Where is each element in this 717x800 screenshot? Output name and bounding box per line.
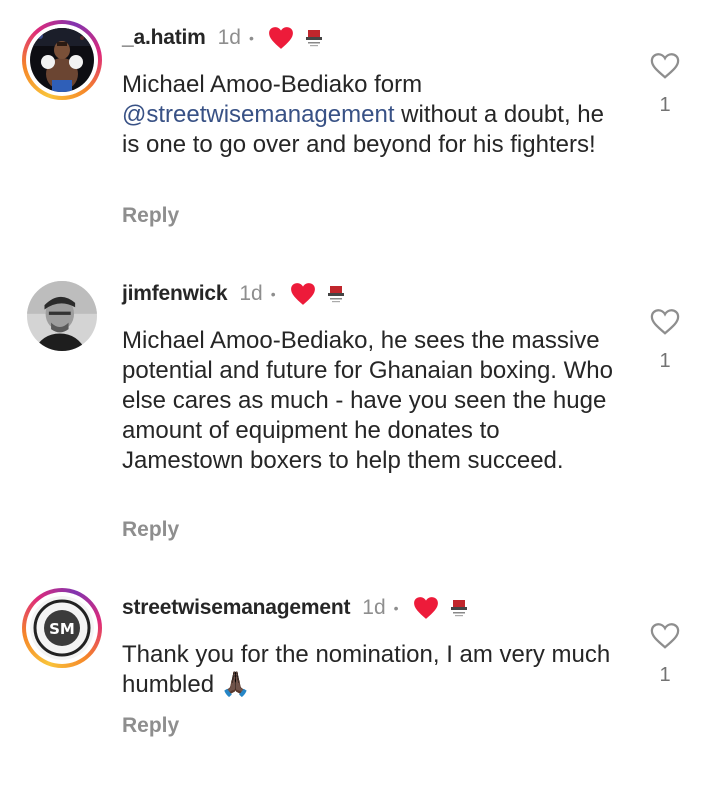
comment-text: Michael Amoo-Bediako form @streetwiseman… (122, 71, 604, 158)
creator-badge-icon (327, 286, 344, 303)
comment-meta: jimfenwick 1d • (122, 282, 346, 306)
comment-meta: streetwisemanagement 1d • (122, 596, 469, 620)
heart-icon (413, 597, 438, 619)
boxer-photo-avatar (30, 28, 94, 92)
mention-link[interactable]: @streetwisemanagement (122, 101, 394, 128)
meta-separator: • (393, 600, 399, 616)
creator-badge-icon (450, 600, 467, 617)
like-count: 1 (659, 664, 671, 686)
comment-text: Thank you for the nomination, I am very … (122, 641, 611, 698)
brand-logo-avatar: SM (30, 596, 94, 660)
comment-username[interactable]: jimfenwick (122, 282, 228, 306)
user-avatar[interactable] (22, 20, 102, 100)
comment-meta: _a.hatim 1d • (122, 26, 324, 50)
comment-username[interactable]: _a.hatim (122, 26, 206, 50)
person-photo-avatar (27, 281, 97, 351)
comment-time: 1d (239, 282, 263, 305)
heart-outline-icon[interactable] (650, 52, 680, 80)
heart-outline-icon[interactable] (650, 622, 680, 650)
comment-username[interactable]: streetwisemanagement (122, 596, 350, 620)
reply-button[interactable]: Reply (122, 518, 179, 542)
svg-text:SM: SM (49, 620, 75, 638)
creator-badge-icon (305, 30, 322, 47)
heart-icon (290, 283, 315, 305)
comment-time: 1d (217, 26, 241, 49)
like-count: 1 (659, 350, 671, 372)
heart-icon (268, 27, 293, 49)
meta-separator: • (248, 30, 254, 46)
heart-outline-icon[interactable] (650, 308, 680, 336)
like-count: 1 (659, 94, 671, 116)
comment-time: 1d (362, 596, 386, 619)
reply-button[interactable]: Reply (122, 204, 179, 228)
praying-hands-emoji: 🙏🏿 (220, 671, 251, 698)
user-avatar[interactable]: SM (22, 588, 102, 668)
comment-text: Michael Amoo-Bediako, he sees the massiv… (122, 327, 613, 474)
user-avatar[interactable] (22, 276, 102, 356)
meta-separator: • (270, 286, 276, 302)
reply-button[interactable]: Reply (122, 714, 179, 738)
